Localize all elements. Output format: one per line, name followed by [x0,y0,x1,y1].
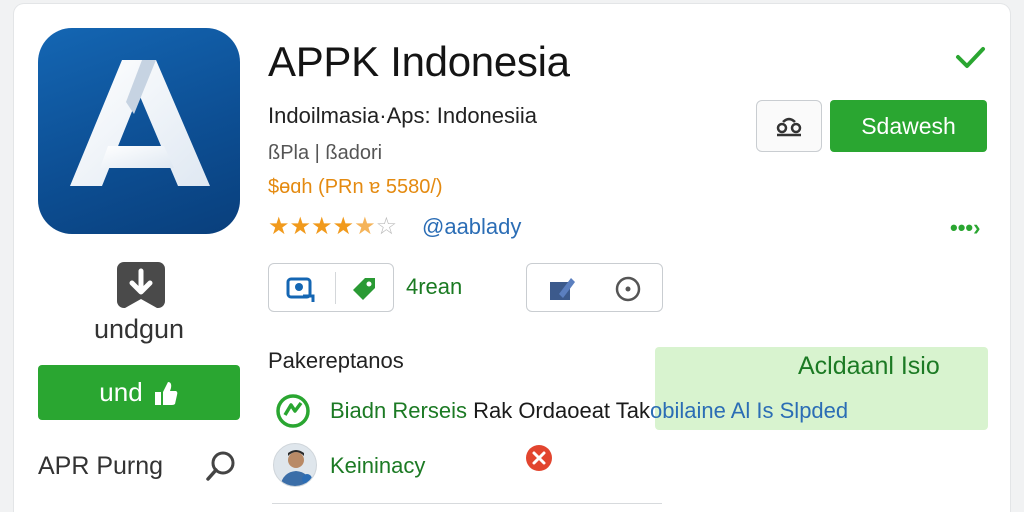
clock-icon[interactable] [613,274,643,304]
rating-stars: ★★★★★☆ [268,212,397,241]
rean-label: 4rean [406,274,463,299]
media-action-group [268,263,394,312]
und-button[interactable]: und [38,365,240,420]
search-icon[interactable] [203,448,239,484]
app-logo-icon [38,28,240,234]
app-title: APPK Indonesia [268,38,570,85]
secondary-action-group [526,263,663,312]
thumbs-up-icon [154,381,178,405]
rating-filled: ★★★★ [268,213,355,240]
edit-icon[interactable] [547,274,577,304]
download-label: undgun [93,314,185,344]
list-item-text-part3: obilaine Al Is Slpded [650,398,849,423]
share-button[interactable] [756,100,822,152]
list-item-text-part1: Biadn Rerseis [330,398,474,423]
primary-action-button[interactable]: Sdawesh [830,100,987,152]
rating-empty: ☆ [375,213,398,240]
avatar[interactable] [273,443,317,487]
refresh-icon [275,393,311,429]
und-button-label: und [99,377,143,407]
more-icon[interactable]: •••› [950,215,980,241]
list-item-label[interactable]: Keininacy [330,453,425,479]
image-icon[interactable] [285,274,315,304]
divider [335,272,336,304]
app-meta: ßPla | ßadori [268,142,383,164]
tag-icon[interactable] [349,274,379,304]
share-icon [776,117,802,137]
close-icon[interactable] [524,443,554,473]
app-price: $ɵɑh (PRn ɐ 5580/) [268,176,443,198]
divider [272,503,662,504]
check-icon[interactable] [954,44,986,72]
apr-label: APR Purng [38,452,164,480]
download-icon[interactable] [117,262,165,308]
highlight-title: Acldaanl Isio [798,352,940,380]
section-title: Pakereptanos [268,348,404,373]
list-item-text-part2: Rak Ordaoeat Tak [473,398,650,423]
rating-half: ★ [354,213,376,240]
developer-handle[interactable]: @aablady [422,214,521,240]
list-item-text[interactable]: Biadn Rerseis Rak Ordaoeat Takobilaine A… [330,398,848,424]
app-subtitle: Indoilmasia·Aps: Indonesiia [268,103,538,128]
